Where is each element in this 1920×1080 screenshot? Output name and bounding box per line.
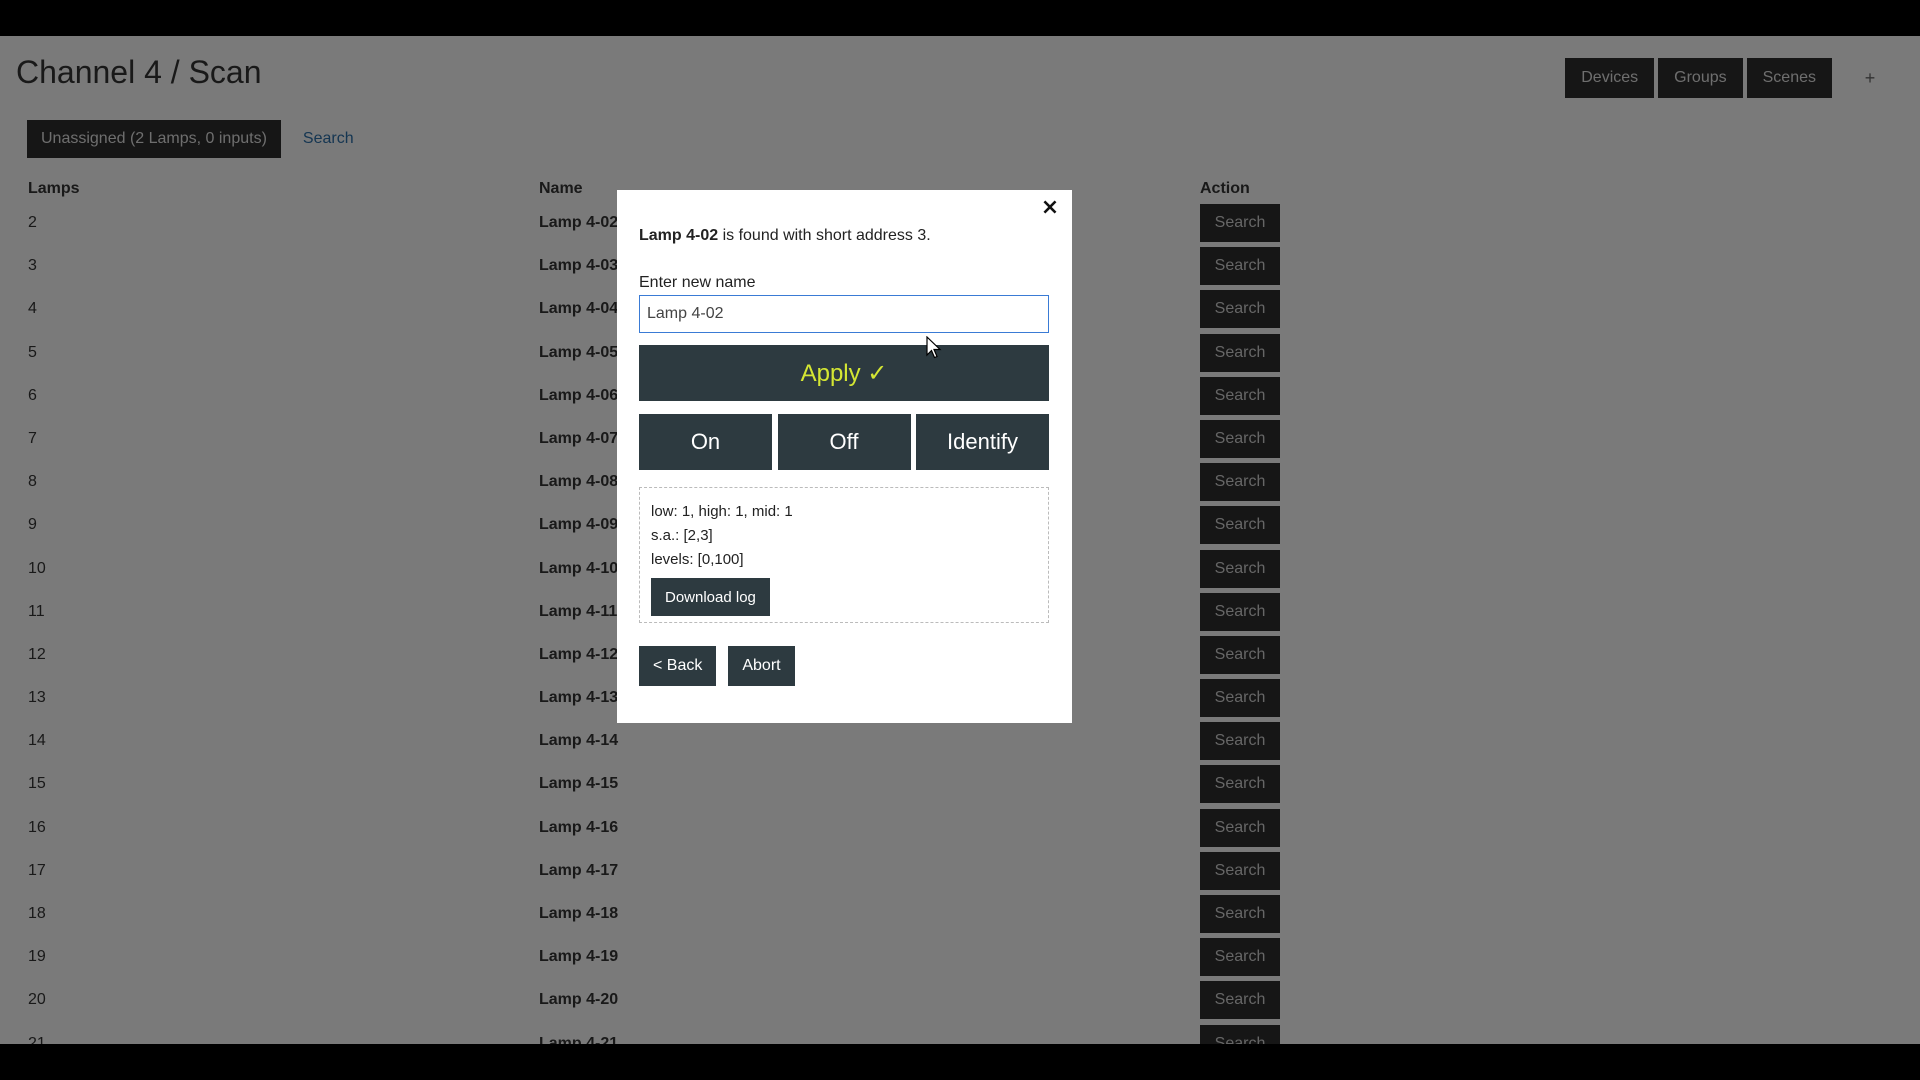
dialog-footer: < Back Abort	[639, 646, 807, 686]
found-lamp-name: Lamp 4-02	[639, 227, 719, 244]
info-range-line: low: 1, high: 1, mid: 1	[651, 503, 793, 520]
back-button[interactable]: < Back	[639, 646, 717, 686]
found-message: Lamp 4-02 is found with short address 3.	[639, 227, 931, 245]
on-button[interactable]: On	[639, 414, 772, 470]
off-button[interactable]: Off	[777, 414, 911, 470]
scan-info-box: low: 1, high: 1, mid: 1 s.a.: [2,3] leve…	[639, 487, 1049, 623]
info-short-address-line: s.a.: [2,3]	[651, 527, 713, 544]
download-log-button[interactable]: Download log	[651, 578, 770, 616]
new-name-input[interactable]	[639, 295, 1049, 333]
info-levels-line: levels: [0,100]	[651, 551, 744, 568]
found-message-text: is found with short address 3.	[718, 227, 931, 244]
abort-button[interactable]: Abort	[728, 646, 795, 686]
new-name-label: Enter new name	[639, 274, 756, 291]
apply-button[interactable]: Apply ✓	[639, 345, 1049, 401]
scan-result-dialog: × Lamp 4-02 is found with short address …	[617, 190, 1072, 723]
mouse-pointer-icon	[926, 336, 942, 359]
close-icon[interactable]: ×	[1038, 196, 1062, 220]
identify-button[interactable]: Identify	[916, 414, 1049, 470]
lamp-control-row: On Off Identify	[639, 414, 1049, 470]
